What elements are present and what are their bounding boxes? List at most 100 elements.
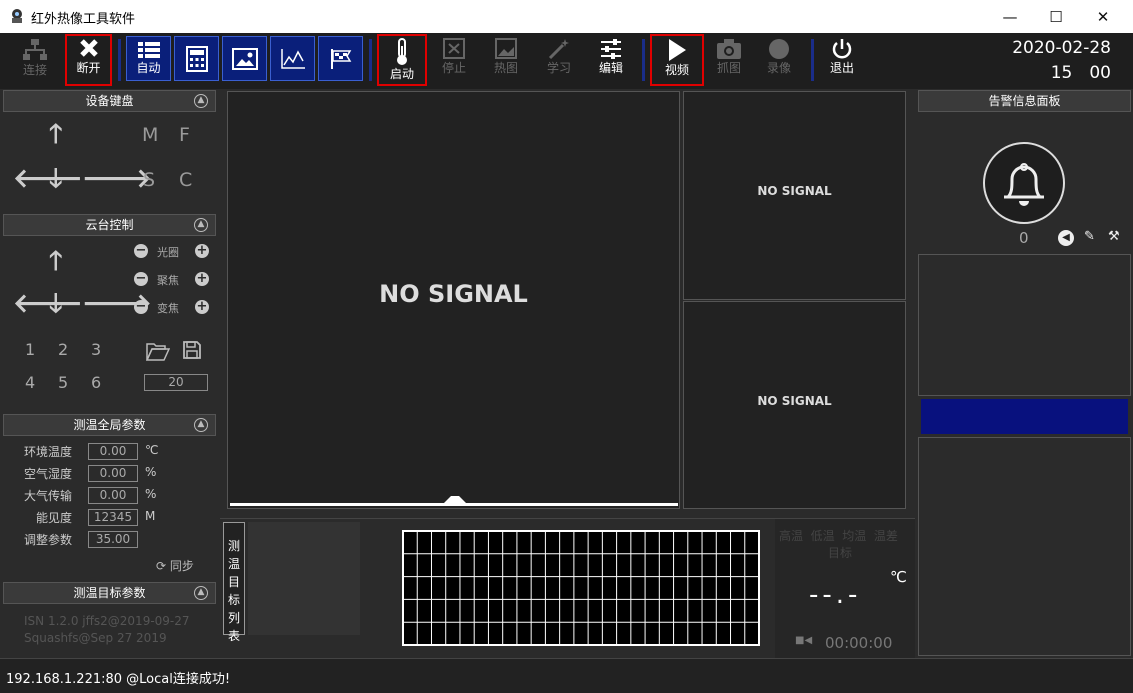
temperature-graph	[402, 530, 760, 646]
ptz-up-icon[interactable]: 🡑	[49, 248, 63, 274]
save-icon[interactable]	[182, 340, 202, 360]
collapse-up-icon[interactable]: ▲	[194, 418, 208, 432]
title-bar: 红外热像工具软件 — ☐ ✕	[0, 0, 1133, 33]
calculator-button[interactable]	[174, 36, 219, 81]
device-keyboard-header[interactable]: 设备键盘 ▲	[3, 90, 216, 112]
iris-minus-icon[interactable]: −	[134, 244, 148, 258]
visibility-input[interactable]: 12345	[88, 509, 138, 526]
power-icon	[832, 39, 852, 59]
ptz-header[interactable]: 云台控制 ▲	[3, 214, 216, 236]
list-icon	[137, 42, 160, 58]
key-c[interactable]: C	[179, 169, 192, 191]
main-video-view[interactable]: NO SIGNAL	[227, 91, 680, 509]
focus-plus-icon[interactable]: +	[195, 272, 209, 286]
minimize-button[interactable]: —	[987, 0, 1033, 33]
collapse-up-icon[interactable]: ▲	[194, 218, 208, 232]
status-bar: 192.168.1.221:80 @Local连接成功!	[0, 658, 1133, 693]
param-label: 环境温度	[24, 445, 73, 459]
learn-button[interactable]: 学习	[537, 35, 581, 85]
thermometer-icon	[397, 38, 407, 65]
video-button[interactable]: 视频	[650, 34, 704, 86]
thermal-map-button[interactable]: 热图	[484, 35, 528, 85]
zoom-minus-icon[interactable]: −	[134, 300, 148, 314]
alarm-header: 告警信息面板	[918, 90, 1131, 112]
temp-value: --.-	[809, 580, 862, 610]
param-unit: %	[145, 465, 157, 479]
hammer-icon[interactable]: ⚒	[1108, 229, 1120, 244]
target-params-header[interactable]: 测温目标参数 ▲	[3, 582, 216, 604]
collapse-up-icon[interactable]: ▲	[194, 94, 208, 108]
zoom-plus-icon[interactable]: +	[195, 300, 209, 314]
preset-2[interactable]: 2	[58, 340, 68, 359]
edit-button[interactable]: 编辑	[589, 35, 633, 85]
focus-label: 聚焦	[157, 274, 179, 287]
ptz-down-icon[interactable]: 🡓	[49, 291, 63, 317]
sub-video-view-2[interactable]: NO SIGNAL	[683, 301, 906, 509]
stop-button[interactable]: 停止	[432, 35, 476, 85]
collapse-up-icon[interactable]: ▲	[194, 586, 208, 600]
disconnect-button[interactable]: 断开	[65, 34, 112, 86]
start-button[interactable]: 启动	[377, 34, 427, 86]
sync-button[interactable]: ⟳ 同步	[156, 557, 194, 574]
transmission-input[interactable]: 0.00	[88, 487, 138, 504]
exit-button[interactable]: 退出	[820, 35, 864, 85]
image-button[interactable]	[222, 36, 267, 81]
video-camera-icon: ■◀	[795, 635, 813, 646]
iris-plus-icon[interactable]: +	[195, 244, 209, 258]
global-params-header[interactable]: 测温全局参数 ▲	[3, 414, 216, 436]
speaker-icon[interactable]: ◀	[1058, 230, 1074, 246]
chart-button[interactable]	[270, 36, 315, 81]
arrow-left-icon[interactable]: 🡐	[13, 166, 83, 192]
arrow-down-icon[interactable]: 🡓	[49, 166, 63, 192]
ptz-left-icon[interactable]: 🡐	[13, 291, 83, 317]
alarm-list	[918, 437, 1131, 656]
humidity-input[interactable]: 0.00	[88, 465, 138, 482]
sliders-icon	[601, 39, 621, 59]
ambient-temp-input[interactable]: 0.00	[88, 443, 138, 460]
readout-panel: 高温 低温 均温 温差 目标 ℃ --.- ■◀ 00:00:00	[775, 519, 915, 659]
sub-video-view-1[interactable]: NO SIGNAL	[683, 91, 906, 300]
key-f[interactable]: F	[179, 124, 190, 146]
arrow-right-icon[interactable]: 🡒	[82, 166, 152, 192]
close-button[interactable]: ✕	[1080, 0, 1126, 33]
device-keyboard-panel: 🡑 🡐 🡓 🡒 M F S C	[3, 112, 216, 211]
filesystem-version: Squashfs@Sep 27 2019	[24, 631, 167, 645]
image-icon	[231, 47, 258, 70]
param-label: 能见度	[36, 511, 73, 525]
key-m[interactable]: M	[142, 124, 158, 146]
preset-5[interactable]: 5	[58, 373, 68, 392]
folder-open-icon[interactable]	[146, 341, 170, 361]
maximize-button[interactable]: ☐	[1033, 0, 1079, 33]
readout-sub: 目标	[827, 546, 852, 560]
firmware-version: ISN 1.2.0 jffs2@2019-09-27	[24, 614, 190, 628]
preset-4[interactable]: 4	[25, 373, 35, 392]
calculator-icon	[185, 45, 208, 72]
arrow-up-icon[interactable]: 🡑	[49, 121, 63, 147]
zoom-label: 变焦	[157, 302, 179, 315]
measurement-area: 测温目标列表 高温 低温 均温 温差 目标 ℃ --.- ■◀ 00:00:00	[220, 518, 915, 659]
target-list[interactable]	[248, 522, 360, 635]
speed-input[interactable]: 20	[144, 374, 208, 391]
record-button[interactable]: 录像	[757, 35, 801, 85]
alarm-bell-panel: 0 ◀ ✎ ⚒	[918, 113, 1131, 251]
record-time: 00:00:00	[825, 634, 893, 652]
preset-1[interactable]: 1	[25, 340, 35, 359]
key-s[interactable]: S	[143, 169, 155, 191]
play-icon	[669, 39, 686, 61]
preset-3[interactable]: 3	[91, 340, 101, 359]
connect-button[interactable]: 连接	[14, 35, 56, 85]
focus-minus-icon[interactable]: −	[134, 272, 148, 286]
record-icon	[769, 39, 789, 59]
flag-button[interactable]	[318, 36, 363, 81]
sub2-no-signal: NO SIGNAL	[757, 394, 832, 408]
timeline-marker-icon[interactable]	[443, 494, 467, 504]
preset-6[interactable]: 6	[91, 373, 101, 392]
mute-icon[interactable]: ✎	[1084, 229, 1095, 244]
alarm-selected-row[interactable]	[921, 399, 1128, 434]
global-params-panel: 环境温度 0.00 ℃ 空气湿度 0.00 % 大气传输 0.00 % 能见度 …	[3, 436, 216, 578]
capture-button[interactable]: 抓图	[707, 35, 751, 85]
adjust-input[interactable]: 35.00	[88, 531, 138, 548]
status-text: 192.168.1.221:80 @Local连接成功!	[6, 672, 231, 687]
app-icon	[12, 9, 22, 23]
auto-button[interactable]: 自动	[126, 36, 171, 81]
